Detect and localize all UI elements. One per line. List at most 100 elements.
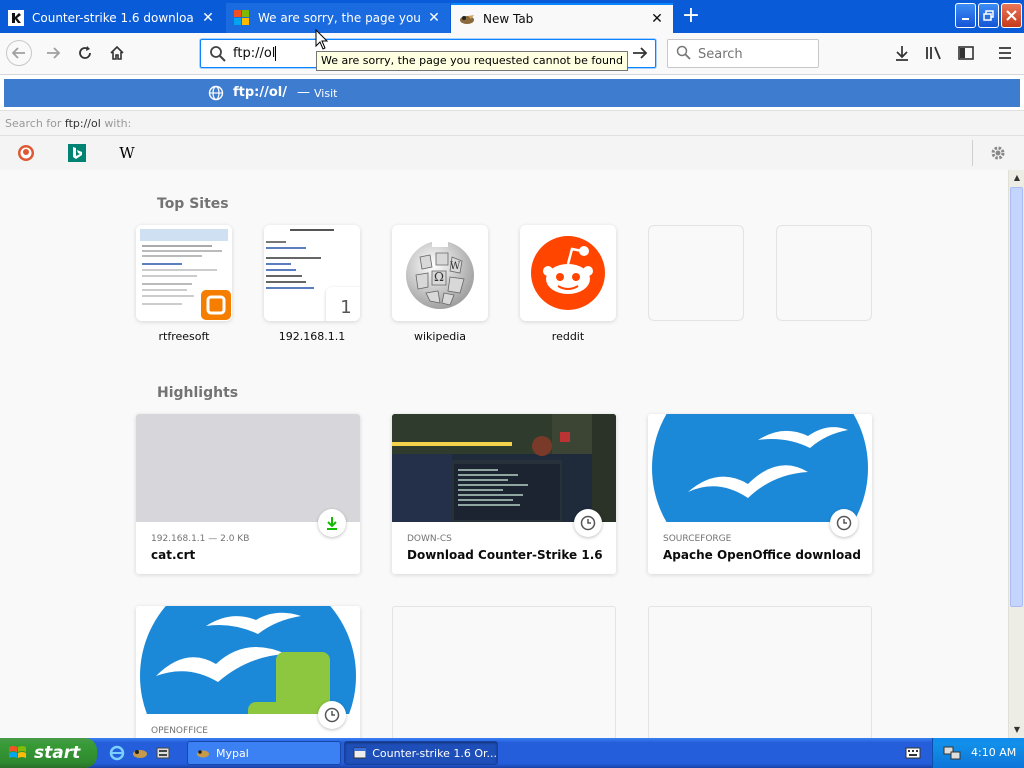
search-bar[interactable]: Search	[667, 39, 819, 68]
tab-title: We are sorry, the page you requested can…	[258, 11, 420, 25]
card-image-placeholder	[136, 414, 360, 522]
taskbar-item-counter-strike[interactable]: Counter-strike 1.6 Or...	[344, 741, 498, 765]
quicklaunch-mypal-icon[interactable]	[131, 744, 149, 762]
top-site-router[interactable]: 1 192.168.1.1	[264, 225, 360, 343]
highlight-card-openoffice[interactable]: OPENOFFICE	[136, 606, 360, 738]
url-input[interactable]: ftp://ol	[233, 46, 277, 61]
empty-site-tile	[648, 225, 744, 321]
network-icon[interactable]	[943, 745, 961, 761]
duckduckgo-engine-button[interactable]	[15, 142, 37, 164]
site-tile	[520, 225, 616, 321]
search-icon	[676, 45, 691, 60]
minimize-button[interactable]	[955, 3, 976, 28]
top-sites-title: Top Sites	[157, 196, 229, 212]
highlight-card-empty-1	[392, 606, 616, 738]
reddit-alien-icon	[531, 236, 605, 310]
top-site-rtfreesoft[interactable]: rtfreesoft	[136, 225, 232, 343]
forward-button[interactable]	[40, 40, 66, 66]
site-label: wikipedia	[413, 330, 466, 343]
top-site-empty-2[interactable]	[776, 225, 872, 330]
visit-suggestion-row[interactable]: ftp://ol/ — Visit	[4, 79, 1020, 107]
bing-engine-button[interactable]	[66, 142, 88, 164]
svg-text:W: W	[450, 261, 461, 272]
download-icon	[896, 46, 908, 61]
highlight-card-cat-crt[interactable]: 192.168.1.1 — 2.0 KB cat.crt	[136, 414, 360, 574]
site-tile	[136, 225, 232, 321]
tab-counter-strike[interactable]: Counter-strike 1.6 download free ✕	[0, 3, 224, 33]
scroll-down-arrow-icon[interactable]: ▼	[1009, 722, 1024, 738]
start-label: start	[34, 743, 81, 763]
reload-button[interactable]	[72, 40, 98, 66]
taskbar-item-label: Counter-strike 1.6 Or...	[372, 746, 497, 760]
highlight-card-empty-2	[648, 606, 872, 738]
clock-icon	[324, 707, 340, 723]
history-badge	[574, 509, 602, 537]
reload-icon	[79, 46, 91, 59]
go-arrow-icon[interactable]	[631, 44, 649, 67]
download-badge	[318, 509, 346, 537]
windows-taskbar: start Mypal Counter-strike 1.6 Or... 4:1…	[0, 738, 1024, 768]
top-site-reddit[interactable]: reddit	[520, 225, 616, 343]
start-button[interactable]: start	[0, 738, 97, 768]
site-tile: 1	[264, 225, 360, 321]
new-tab-plus-icon[interactable]: +	[678, 5, 704, 29]
wikipedia-engine-button[interactable]: W	[116, 142, 138, 164]
back-button[interactable]	[6, 40, 32, 66]
empty-site-tile	[776, 225, 872, 321]
minimize-icon	[961, 17, 969, 20]
site-label: rtfreesoft	[158, 330, 210, 343]
top-site-empty-1[interactable]	[648, 225, 744, 330]
tab-title: New Tab	[483, 12, 534, 26]
mouse-cursor-icon	[315, 29, 329, 50]
tab-new-tab[interactable]: New Tab ✕	[451, 3, 673, 33]
clock: 4:10 AM	[971, 746, 1017, 759]
tab-close-icon[interactable]: ✕	[649, 11, 665, 27]
scrollbar-thumb[interactable]	[1010, 187, 1023, 607]
home-icon	[110, 45, 124, 60]
visit-url: ftp://ol/	[233, 85, 288, 100]
close-window-button[interactable]	[1001, 3, 1022, 28]
window-icon	[353, 747, 367, 759]
card-title: cat.crt	[151, 548, 196, 562]
library-button[interactable]	[921, 40, 947, 66]
openoffice-logo-image	[136, 606, 360, 714]
tab-close-icon[interactable]: ✕	[426, 10, 442, 26]
restore-button[interactable]	[978, 3, 999, 28]
new-tab-page: Top Sites rtfreesoft 1 192.168.1.1 Ω W w…	[0, 170, 1008, 738]
counter-strike-screenshot	[392, 414, 616, 522]
taskbar-item-mypal[interactable]: Mypal	[187, 741, 341, 765]
search-for-suffix: with:	[104, 117, 132, 130]
wikipedia-w-icon: W	[119, 144, 135, 162]
menu-button[interactable]	[992, 40, 1018, 66]
tab-tooltip: We are sorry, the page you requested can…	[316, 51, 628, 71]
card-context: SOURCEFORGE	[663, 534, 732, 544]
page-scrollbar[interactable]: ▲ ▼	[1008, 170, 1024, 738]
windows-flag-icon	[9, 746, 26, 758]
quicklaunch-app-icon[interactable]	[154, 744, 172, 762]
keyboard-layout-icon[interactable]	[905, 746, 921, 760]
rtfreesoft-thumbnail	[136, 225, 232, 321]
globe-icon	[208, 85, 224, 101]
svg-text:Ω: Ω	[434, 270, 444, 284]
scroll-up-arrow-icon[interactable]: ▲	[1009, 170, 1024, 186]
card-context: OPENOFFICE	[151, 726, 208, 736]
sidebar-button[interactable]	[953, 40, 979, 66]
highlight-card-sourceforge[interactable]: SOURCEFORGE Apache OpenOffice download |…	[648, 414, 872, 574]
card-context: 192.168.1.1 — 2.0 KB	[151, 534, 250, 544]
library-icon	[926, 46, 941, 60]
openoffice-gulls-image	[648, 414, 872, 522]
tab-strip: Counter-strike 1.6 download free ✕ We ar…	[0, 0, 1024, 33]
history-badge	[318, 701, 346, 729]
tab-page-not-found[interactable]: We are sorry, the page you requested can…	[226, 3, 450, 33]
highlight-card-down-cs[interactable]: DOWN-CS Download Counter-Strike 1.6 Cl..…	[392, 414, 616, 574]
search-settings-button[interactable]	[987, 142, 1009, 164]
site-label: reddit	[551, 330, 585, 343]
search-for-term: ftp://ol	[64, 117, 101, 130]
search-icon	[210, 46, 226, 62]
quicklaunch-internet-explorer-icon[interactable]	[108, 744, 126, 762]
top-site-wikipedia[interactable]: Ω W wikipedia	[392, 225, 488, 343]
downloads-button[interactable]	[889, 40, 915, 66]
tab-close-icon[interactable]: ✕	[200, 10, 216, 26]
home-button[interactable]	[104, 40, 130, 66]
tab-count-badge: 1	[326, 287, 360, 321]
